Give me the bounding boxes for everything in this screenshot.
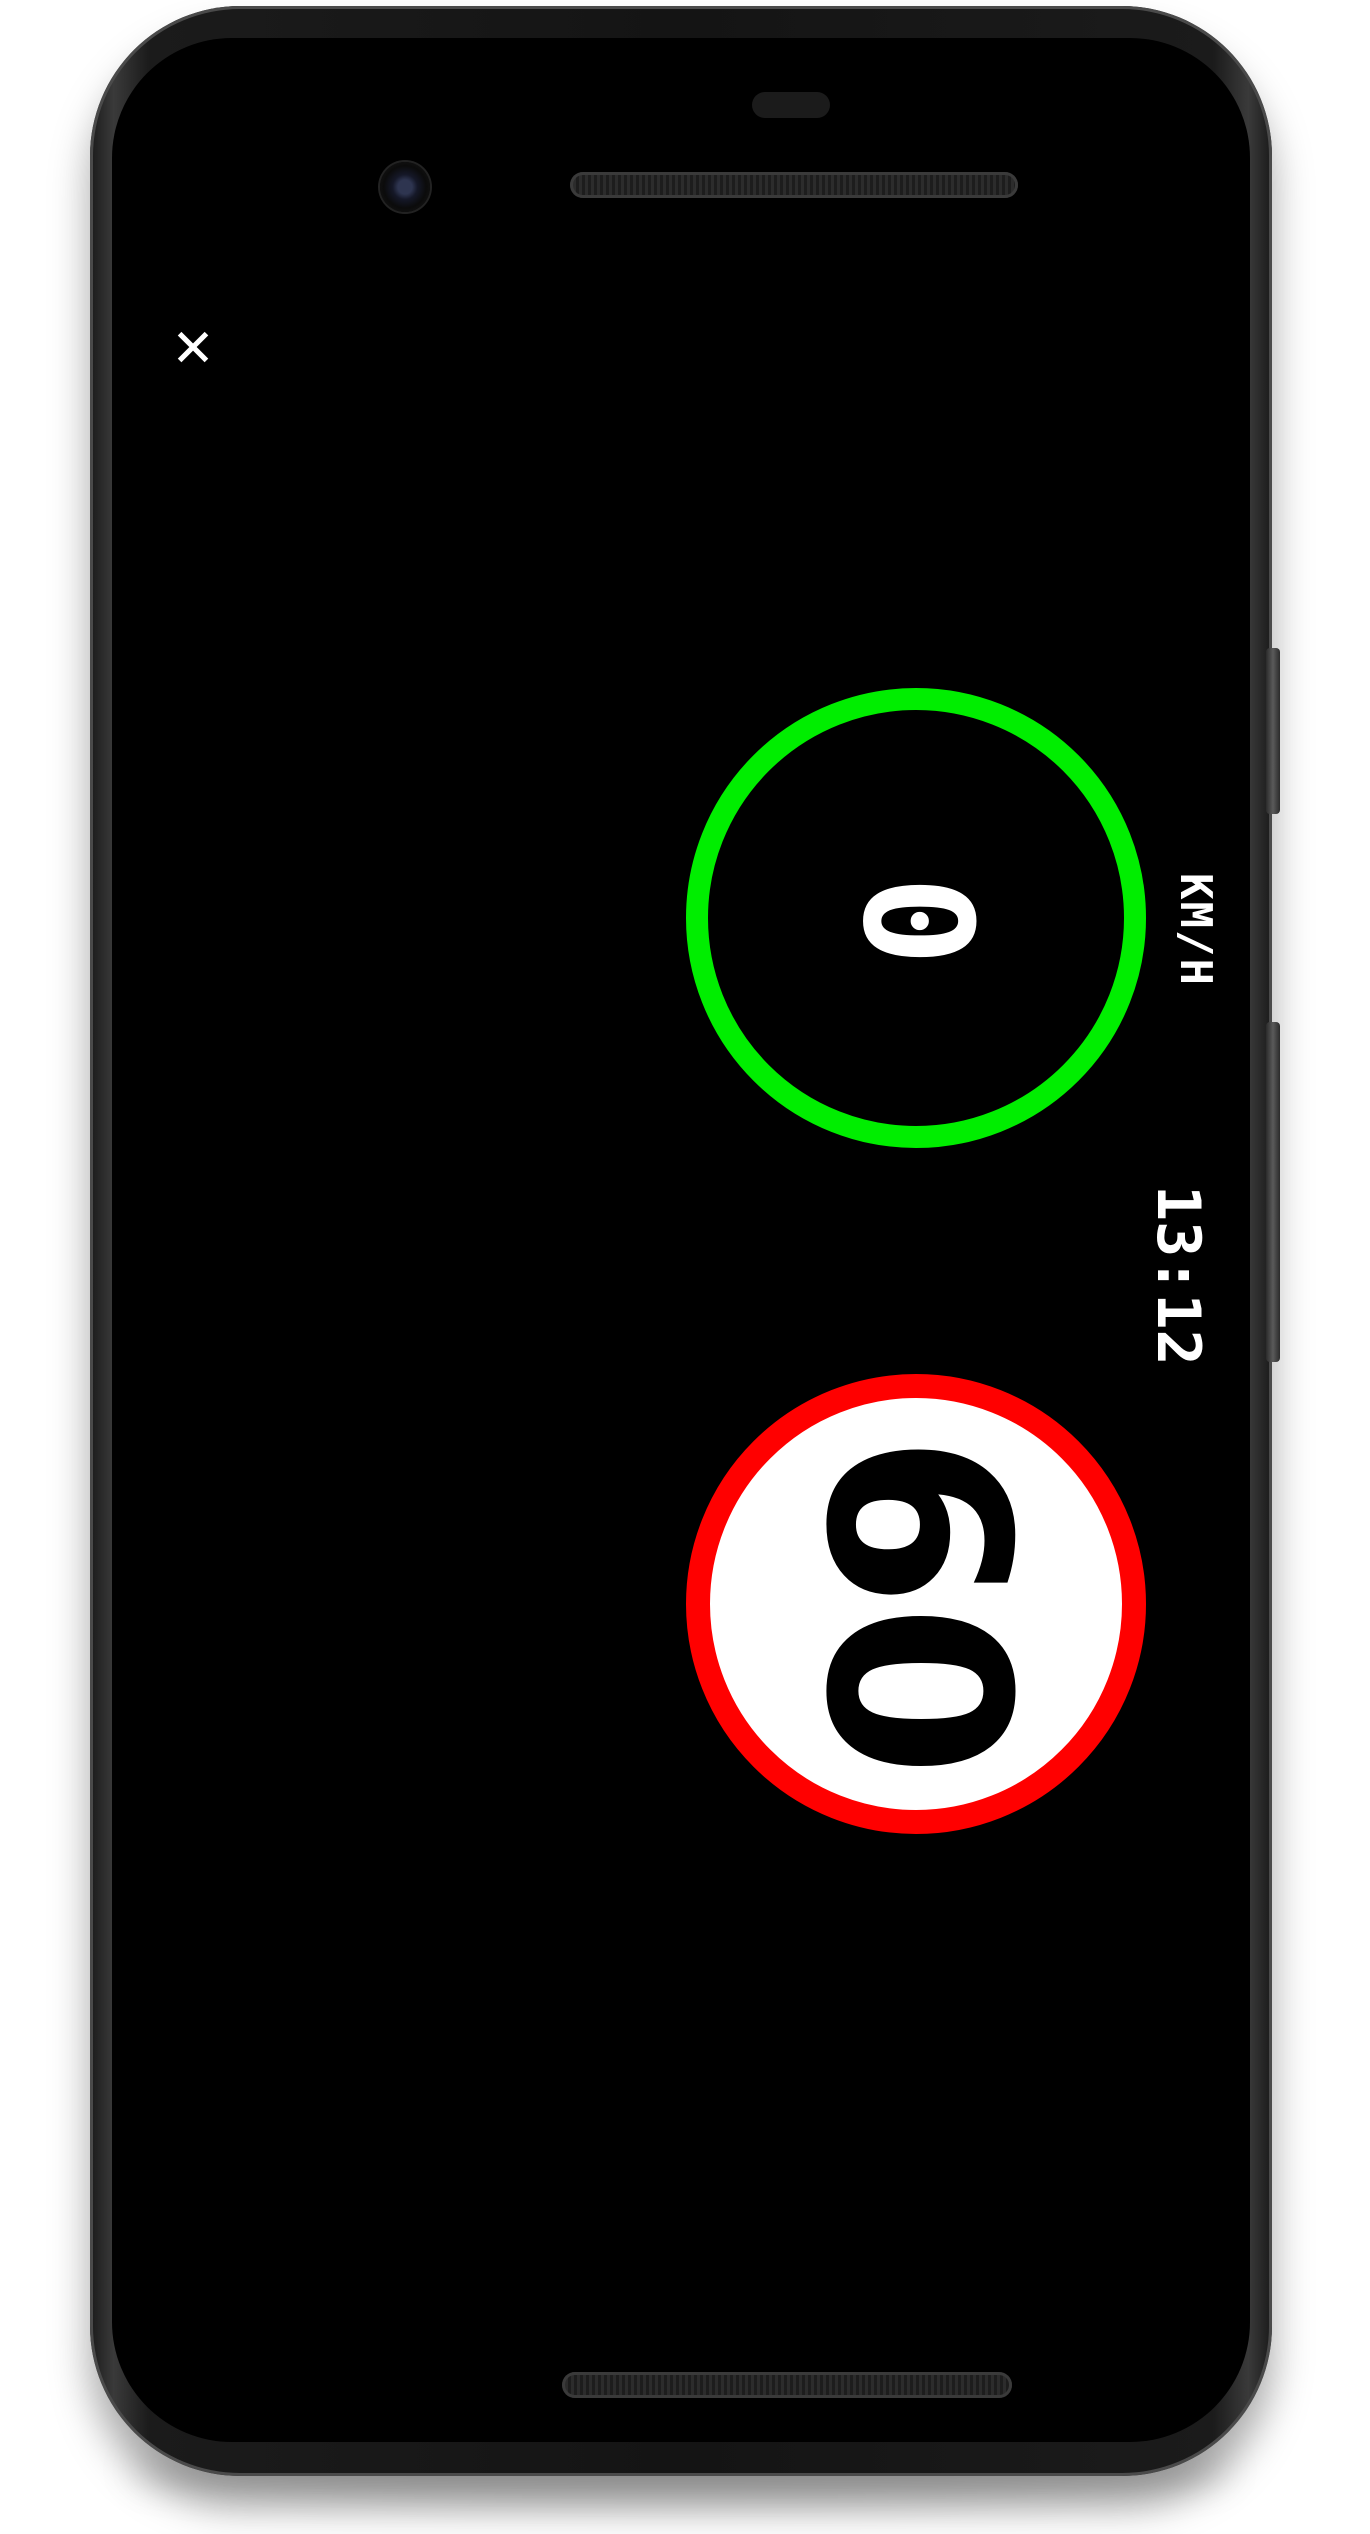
- speed-limit-value: 60: [771, 1434, 1062, 1774]
- speed-unit-label: KM/H: [1170, 873, 1221, 987]
- front-camera: [380, 162, 430, 212]
- volume-button: [1266, 1022, 1280, 1362]
- current-speed-value: 0: [829, 875, 1003, 961]
- clock: 13:12: [1143, 1185, 1213, 1366]
- close-icon[interactable]: ✕: [164, 320, 222, 378]
- screen: [112, 38, 1250, 2442]
- top-speaker-grille: [570, 172, 1018, 198]
- power-button: [1266, 648, 1280, 814]
- current-speed-dial: 0: [686, 688, 1146, 1148]
- top-notch: [752, 92, 830, 118]
- speed-limit-sign: 60: [686, 1374, 1146, 1834]
- bottom-speaker-grille: [562, 2372, 1012, 2398]
